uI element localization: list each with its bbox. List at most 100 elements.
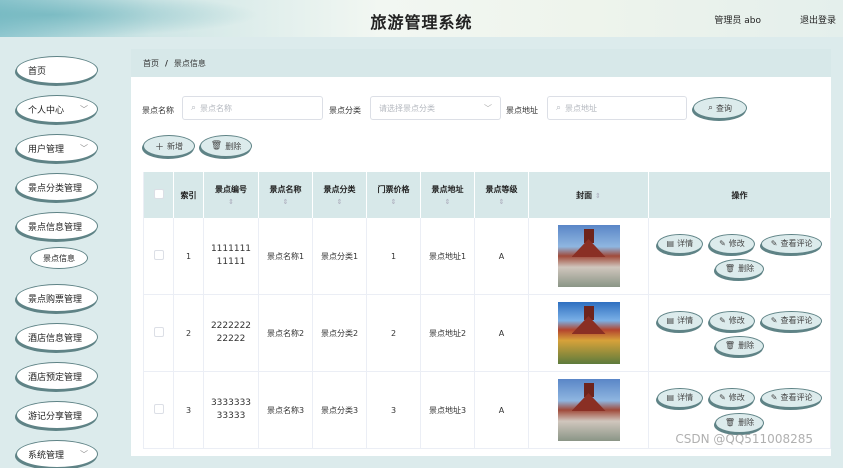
- row-select-cell[interactable]: [143, 294, 174, 372]
- sidebar-item-system[interactable]: 系统管理 ﹀: [16, 440, 98, 468]
- sort-icon[interactable]: ⇕: [259, 198, 312, 206]
- cell-level: A: [474, 218, 529, 295]
- sidebar-item-label: 景点信息: [43, 253, 75, 263]
- cell-address: 景点地址2: [420, 294, 475, 372]
- delete-button[interactable]: 🗑 删除: [714, 335, 765, 356]
- sidebar-item-hotel-booking[interactable]: 酒店预定管理: [16, 362, 98, 390]
- watermark: CSDN @QQ511008285: [675, 432, 813, 446]
- sidebar-item-travel-notes[interactable]: 游记分享管理: [16, 401, 98, 429]
- cell-actions: ▤ 详情 ✎ 修改 ✎ 查看评论 🗑 删除: [648, 294, 831, 372]
- col-category[interactable]: 景点分类 ⇕: [312, 172, 367, 218]
- cell-price: 1: [366, 218, 421, 295]
- detail-button[interactable]: ▤ 详情: [656, 310, 704, 331]
- batch-delete-button[interactable]: 🗑 删除: [200, 135, 252, 157]
- cell-index: 3: [173, 371, 204, 449]
- cell-cover: [528, 294, 649, 372]
- view-comments-button[interactable]: ✎ 查看评论: [760, 387, 823, 408]
- cell-name: 景点名称2: [258, 294, 313, 372]
- sidebar-item-label: 酒店信息管理: [28, 333, 83, 344]
- sidebar-item-home[interactable]: 首页: [16, 56, 98, 84]
- row-checkbox[interactable]: [153, 250, 164, 260]
- col-code[interactable]: 景点编号 ⇕: [203, 172, 259, 218]
- row-select-cell[interactable]: [143, 218, 174, 295]
- search-icon: ⌕: [556, 103, 562, 113]
- detail-button[interactable]: ▤ 详情: [656, 387, 704, 408]
- cell-address: 景点地址3: [420, 371, 475, 449]
- pencil-icon: ✎: [770, 393, 778, 402]
- row-select-cell[interactable]: [143, 371, 174, 449]
- current-user: 管理员 abo: [714, 16, 761, 26]
- pencil-icon: ✎: [770, 316, 778, 325]
- sort-icon[interactable]: ⇕: [421, 198, 474, 206]
- sidebar-item-label: 酒店预定管理: [28, 372, 83, 383]
- cover-image[interactable]: [557, 225, 620, 287]
- query-button[interactable]: ⌕ 查询: [693, 97, 747, 119]
- trash-icon: 🗑: [210, 141, 223, 151]
- select-all-cell[interactable]: [143, 172, 174, 218]
- sidebar-item-label: 用户管理: [28, 144, 65, 155]
- col-level[interactable]: 景点等级 ⇕: [474, 172, 529, 218]
- sidebar: 首页 个人中心 ﹀ 用户管理 ﹀ 景点分类管理 景点信息管理 景点信息 景点购票管理…: [0, 37, 118, 468]
- cell-category: 景点分类3: [312, 371, 367, 449]
- sidebar-item-users[interactable]: 用户管理 ﹀: [16, 134, 98, 162]
- sidebar-item-label: 个人中心: [28, 105, 65, 116]
- cell-index: 1: [173, 218, 204, 295]
- cover-image[interactable]: [557, 379, 620, 441]
- cell-name: 景点名称3: [258, 371, 313, 449]
- sidebar-item-spot-info[interactable]: 景点信息管理: [16, 212, 98, 240]
- sidebar-item-label: 景点分类管理: [28, 183, 83, 194]
- cell-level: A: [474, 371, 529, 449]
- search-category-label: 景点分类: [329, 106, 361, 115]
- sidebar-item-spot-category[interactable]: 景点分类管理: [16, 173, 98, 201]
- col-cover[interactable]: 封面 ⇕: [528, 172, 649, 218]
- sort-icon[interactable]: ⇕: [475, 198, 528, 206]
- col-address[interactable]: 景点地址 ⇕: [420, 172, 475, 218]
- table-row: 2 222222222222 景点名称2 景点分类2 2 景点地址2 A ▤ 详情…: [143, 294, 831, 372]
- col-index: 索引: [173, 172, 204, 218]
- delete-button[interactable]: 🗑 删除: [714, 412, 765, 433]
- chevron-down-icon: ﹀: [484, 104, 492, 113]
- select-all-checkbox[interactable]: [153, 189, 164, 199]
- cell-price: 3: [366, 371, 421, 449]
- sidebar-item-hotel-info[interactable]: 酒店信息管理: [16, 323, 98, 351]
- col-price[interactable]: 门票价格 ⇕: [366, 172, 421, 218]
- table-row: 1 111111111111 景点名称1 景点分类1 1 景点地址1 A ▤ 详情…: [143, 218, 831, 295]
- col-name[interactable]: 景点名称 ⇕: [258, 172, 313, 218]
- sidebar-item-profile[interactable]: 个人中心 ﹀: [16, 95, 98, 123]
- chevron-down-icon: ﹀: [80, 450, 88, 459]
- plus-icon: ＋: [154, 142, 164, 153]
- sidebar-item-label: 景点购票管理: [28, 294, 83, 305]
- top-header: 旅游管理系统 管理员 abo 退出登录: [0, 0, 843, 37]
- cover-image[interactable]: [557, 302, 620, 364]
- search-address-label: 景点地址: [506, 106, 538, 115]
- edit-button[interactable]: ✎ 修改: [709, 310, 755, 331]
- add-button[interactable]: ＋新增: [143, 135, 195, 157]
- edit-button[interactable]: ✎ 修改: [709, 387, 755, 408]
- sort-icon[interactable]: ⇕: [367, 198, 420, 206]
- row-checkbox[interactable]: [153, 327, 164, 337]
- detail-button[interactable]: ▤ 详情: [656, 233, 704, 254]
- pencil-icon: ✎: [719, 393, 726, 402]
- chevron-down-icon: ﹀: [80, 144, 88, 153]
- sort-icon[interactable]: ⇕: [313, 198, 366, 206]
- delete-button[interactable]: 🗑 删除: [714, 258, 765, 279]
- cell-address: 景点地址1: [420, 218, 475, 295]
- breadcrumb-home[interactable]: 首页: [143, 58, 159, 69]
- document-icon: ▤: [666, 316, 675, 325]
- edit-button[interactable]: ✎ 修改: [709, 233, 755, 254]
- sidebar-subitem-spot-info[interactable]: 景点信息: [30, 247, 88, 269]
- category-select[interactable]: 请选择景点分类 ﹀: [370, 96, 501, 120]
- cell-code: 222222222222: [203, 294, 259, 372]
- pencil-icon: ✎: [719, 316, 726, 325]
- sort-icon[interactable]: ⇕: [595, 192, 601, 200]
- search-address-input[interactable]: ⌕ 景点地址: [547, 96, 687, 120]
- view-comments-button[interactable]: ✎ 查看评论: [760, 310, 823, 331]
- search-name-input[interactable]: ⌕ 景点名称: [182, 96, 323, 120]
- sidebar-item-ticket[interactable]: 景点购票管理: [16, 284, 98, 312]
- cell-category: 景点分类2: [312, 294, 367, 372]
- logout-link[interactable]: 退出登录: [800, 13, 836, 26]
- sort-icon[interactable]: ⇕: [204, 198, 258, 206]
- view-comments-button[interactable]: ✎ 查看评论: [760, 233, 823, 254]
- pencil-icon: ✎: [770, 239, 778, 248]
- row-checkbox[interactable]: [153, 404, 164, 414]
